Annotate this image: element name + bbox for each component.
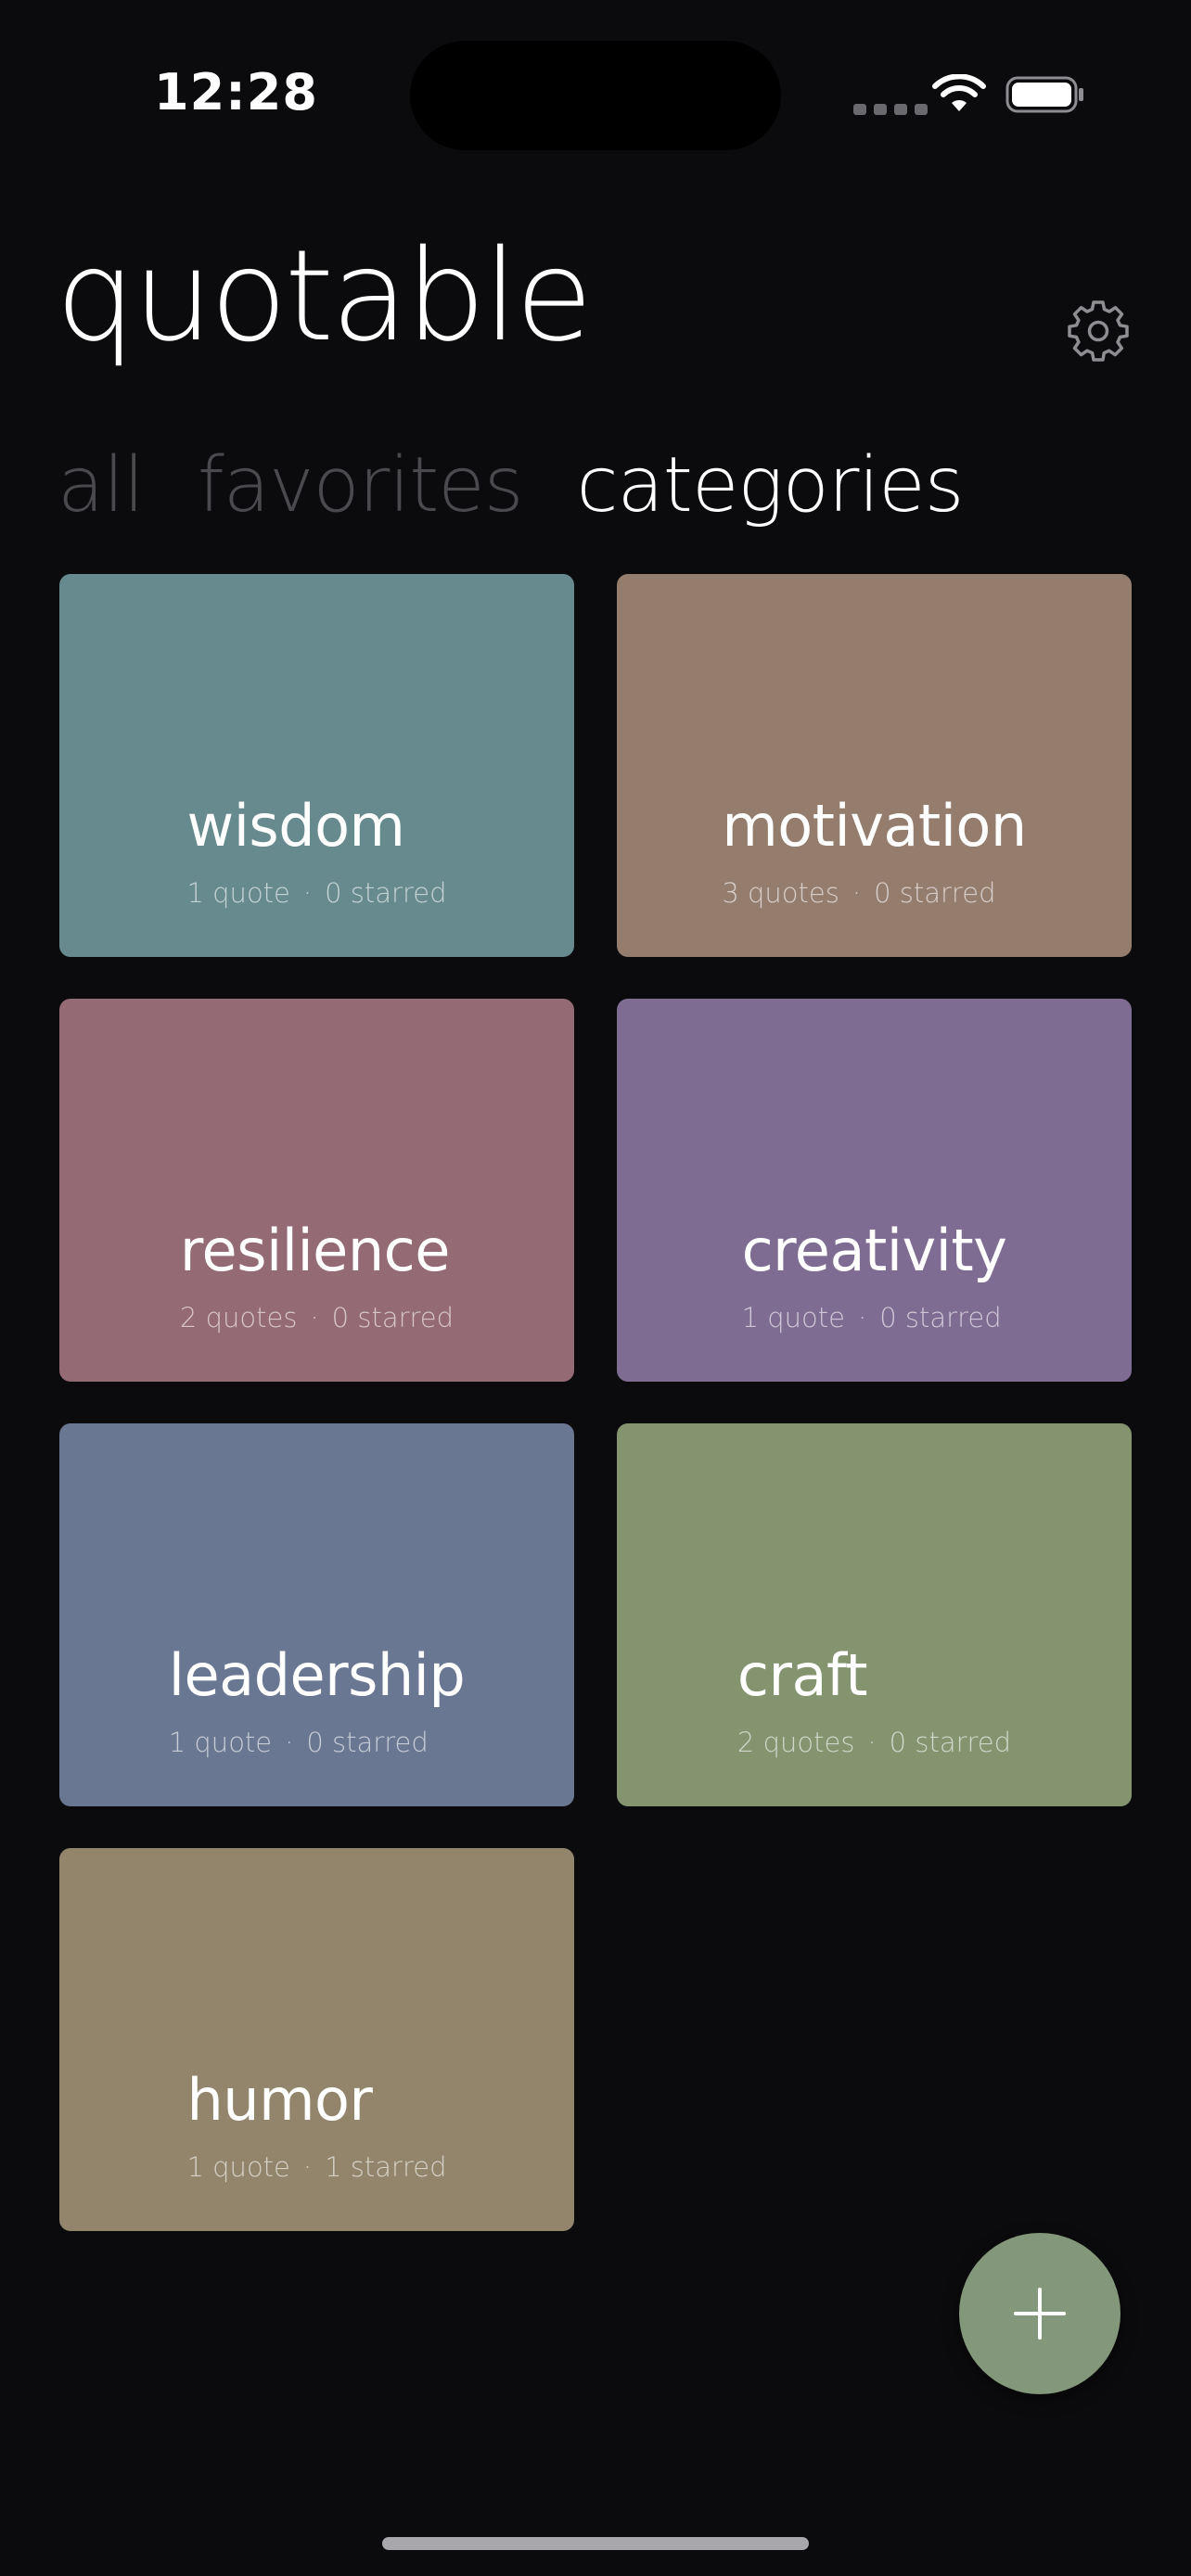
category-card-craft[interactable]: craft 2 quotes · 0 starred — [617, 1423, 1132, 1806]
category-name: craft — [736, 1641, 868, 1709]
meta-separator: · — [310, 1302, 319, 1333]
tab-favorites[interactable]: favorites — [198, 440, 524, 532]
category-meta: 1 quote · 0 starred — [742, 1300, 1007, 1335]
category-grid: wisdom 1 quote · 0 starred motivation 3 qu… — [59, 574, 1132, 2231]
tab-bar: all favorites categories — [58, 440, 964, 532]
starred-count: 0 starred — [331, 1302, 455, 1333]
app-title: quotable — [56, 223, 593, 370]
quote-count: 3 quotes — [722, 877, 839, 909]
gear-icon[interactable] — [1065, 297, 1132, 363]
category-name: humor — [186, 2066, 373, 2134]
cellular-signal-icon — [853, 104, 928, 115]
battery-icon — [1005, 76, 1083, 113]
starred-count: 0 starred — [306, 1727, 429, 1758]
category-meta: 1 quote · 1 starred — [186, 2149, 446, 2185]
category-meta: 3 quotes · 0 starred — [722, 875, 1026, 911]
tab-all[interactable]: all — [58, 440, 145, 532]
quote-count: 1 quote — [741, 1302, 846, 1333]
meta-separator: · — [302, 2151, 313, 2183]
starred-count: 0 starred — [874, 877, 996, 909]
starred-count: 0 starred — [889, 1727, 1012, 1758]
category-name: motivation — [722, 792, 1027, 860]
quote-count: 1 quote — [186, 877, 290, 909]
starred-count: 0 starred — [879, 1302, 1002, 1333]
status-time: 12:28 — [154, 63, 318, 121]
category-meta: 1 quote · 0 starred — [186, 875, 446, 911]
category-name: wisdom — [186, 792, 405, 860]
add-quote-button[interactable] — [959, 2233, 1121, 2394]
quote-count: 2 quotes — [736, 1727, 855, 1758]
quote-count: 1 quote — [186, 2151, 290, 2183]
category-name: resilience — [179, 1217, 450, 1284]
meta-separator: · — [858, 1302, 867, 1333]
category-name: creativity — [741, 1217, 1007, 1284]
starred-count: 0 starred — [325, 877, 447, 909]
category-meta: 1 quote · 0 starred — [169, 1725, 466, 1760]
meta-separator: · — [852, 877, 862, 909]
meta-separator: · — [867, 1727, 877, 1758]
category-meta: 2 quotes · 0 starred — [180, 1300, 454, 1335]
category-card-wisdom[interactable]: wisdom 1 quote · 0 starred — [59, 574, 574, 957]
wifi-icon — [932, 74, 986, 111]
home-indicator[interactable] — [382, 2537, 809, 2550]
category-card-creativity[interactable]: creativity 1 quote · 0 starred — [617, 999, 1132, 1382]
quote-count: 1 quote — [168, 1727, 273, 1758]
category-card-motivation[interactable]: motivation 3 quotes · 0 starred — [617, 574, 1132, 957]
starred-count: 1 starred — [325, 2151, 447, 2183]
category-card-humor[interactable]: humor 1 quote · 1 starred — [59, 1848, 574, 2231]
plus-icon — [1014, 2288, 1066, 2340]
category-meta: 2 quotes · 0 starred — [737, 1725, 1011, 1760]
category-card-leadership[interactable]: leadership 1 quote · 0 starred — [59, 1423, 574, 1806]
dynamic-island — [410, 41, 781, 150]
quote-count: 2 quotes — [179, 1302, 298, 1333]
meta-separator: · — [285, 1727, 294, 1758]
category-card-resilience[interactable]: resilience 2 quotes · 0 starred — [59, 999, 574, 1382]
meta-separator: · — [302, 877, 313, 909]
tab-categories[interactable]: categories — [576, 440, 964, 532]
category-name: leadership — [168, 1641, 466, 1709]
